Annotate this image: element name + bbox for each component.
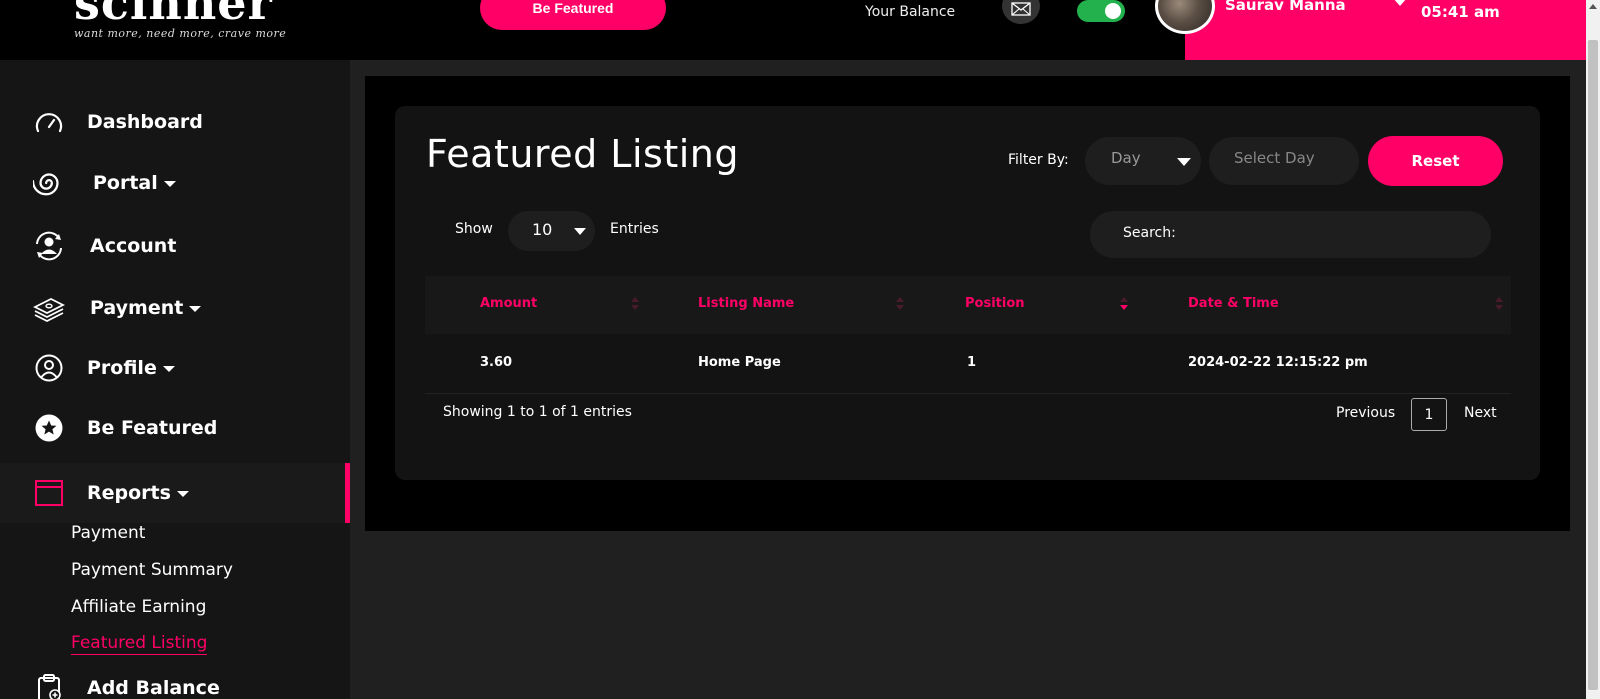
cell-listing-name: Home Page xyxy=(698,355,781,370)
user-menu-chevron-down-icon[interactable] xyxy=(1393,0,1407,6)
column-header-date-time[interactable]: Date & Time xyxy=(1188,296,1279,311)
sidebar-subitem-payment[interactable]: Payment xyxy=(71,523,145,543)
next-page-button[interactable]: Next xyxy=(1464,405,1497,421)
day-select-value: Day xyxy=(1111,149,1141,167)
chevron-down-icon xyxy=(189,305,202,312)
user-name[interactable]: Saurav Manna xyxy=(1225,0,1346,14)
chevron-down-icon xyxy=(163,180,176,187)
sidebar-item-label: Profile xyxy=(87,357,175,379)
user-circle-icon xyxy=(33,352,65,384)
table-header: Amount Listing Name Position Date & Time xyxy=(425,276,1511,334)
page-number-button[interactable]: 1 xyxy=(1411,398,1447,431)
window-icon xyxy=(33,477,65,509)
sort-icon[interactable] xyxy=(631,297,639,311)
spiral-icon xyxy=(33,167,65,199)
sidebar-item-be-featured[interactable]: Be Featured xyxy=(0,403,350,453)
sidebar-item-label: Account xyxy=(90,235,177,257)
search-box: Search: xyxy=(1090,211,1491,258)
star-badge-icon xyxy=(33,412,65,444)
chevron-down-icon xyxy=(574,228,586,235)
be-featured-button[interactable]: Be Featured xyxy=(480,0,666,30)
money-stack-icon xyxy=(33,292,65,324)
cell-position: 1 xyxy=(967,355,977,370)
reset-button[interactable]: Reset xyxy=(1368,136,1503,186)
clock-time: 05:41 am xyxy=(1421,3,1500,21)
sidebar-item-payment[interactable]: Payment xyxy=(0,283,350,333)
search-label: Search: xyxy=(1123,225,1176,241)
column-header-amount[interactable]: Amount xyxy=(480,296,537,311)
sidebar-item-portal[interactable]: Portal xyxy=(0,158,350,208)
sidebar-subitem-payment-summary[interactable]: Payment Summary xyxy=(71,560,233,580)
sidebar-item-dashboard[interactable]: Dashboard xyxy=(0,97,350,147)
cell-date-time: 2024-02-22 12:15:22 pm xyxy=(1188,355,1368,370)
sidebar-item-reports[interactable]: Reports xyxy=(0,463,350,523)
chevron-down-icon xyxy=(176,490,189,497)
cell-amount: 3.60 xyxy=(480,355,513,370)
sidebar-subitem-featured-listing[interactable]: Featured Listing xyxy=(71,633,208,655)
speedometer-icon xyxy=(33,106,65,138)
scrollbar-thumb[interactable] xyxy=(1588,40,1598,690)
chevron-down-icon xyxy=(162,365,175,372)
search-input[interactable] xyxy=(1180,219,1475,249)
table-row: 3.60 Home Page 1 2024-02-22 12:15:22 pm xyxy=(425,334,1511,394)
sort-desc-icon[interactable] xyxy=(1120,297,1128,311)
sidebar-item-label: Be Featured xyxy=(87,417,218,439)
show-label: Show xyxy=(455,221,493,237)
table-info: Showing 1 to 1 of 1 entries xyxy=(443,404,632,420)
sort-icon[interactable] xyxy=(896,297,904,311)
sidebar-item-add-balance[interactable]: Add Balance xyxy=(0,663,350,699)
status-toggle[interactable] xyxy=(1077,0,1125,22)
sidebar-item-label: Reports xyxy=(87,482,189,504)
select-day-input[interactable] xyxy=(1209,137,1359,185)
user-sync-icon xyxy=(33,230,65,262)
page-title: Featured Listing xyxy=(426,132,739,176)
entries-select-value: 10 xyxy=(532,220,553,239)
toggle-knob xyxy=(1105,3,1121,19)
balance-label: Your Balance xyxy=(865,4,956,20)
sidebar-item-profile[interactable]: Profile xyxy=(0,343,350,393)
column-header-position[interactable]: Position xyxy=(965,296,1025,311)
sidebar-item-label: Payment xyxy=(90,297,202,319)
sidebar-item-label: Portal xyxy=(93,172,176,194)
logo-tagline: want more, need more, crave more xyxy=(74,27,287,40)
clipboard-plus-icon xyxy=(33,672,65,699)
scroll-up-arrow-icon[interactable] xyxy=(1589,4,1597,9)
filter-label: Filter By: xyxy=(1008,152,1069,168)
envelope-icon xyxy=(1011,2,1031,16)
sidebar-subitem-affiliate-earning[interactable]: Affiliate Earning xyxy=(71,597,206,617)
sidebar-item-label: Dashboard xyxy=(87,111,203,133)
previous-page-button[interactable]: Previous xyxy=(1336,405,1395,421)
entries-label: Entries xyxy=(610,221,659,237)
sort-icon[interactable] xyxy=(1495,297,1503,311)
sidebar-item-account[interactable]: Account xyxy=(0,221,350,271)
chevron-down-icon xyxy=(1177,158,1191,166)
entries-per-page-select[interactable]: 10 xyxy=(508,211,595,251)
day-filter-select[interactable]: Day xyxy=(1085,137,1201,185)
logo[interactable]: scinner xyxy=(74,0,273,30)
sidebar-item-label: Add Balance xyxy=(87,677,220,699)
column-header-listing-name[interactable]: Listing Name xyxy=(698,296,794,311)
